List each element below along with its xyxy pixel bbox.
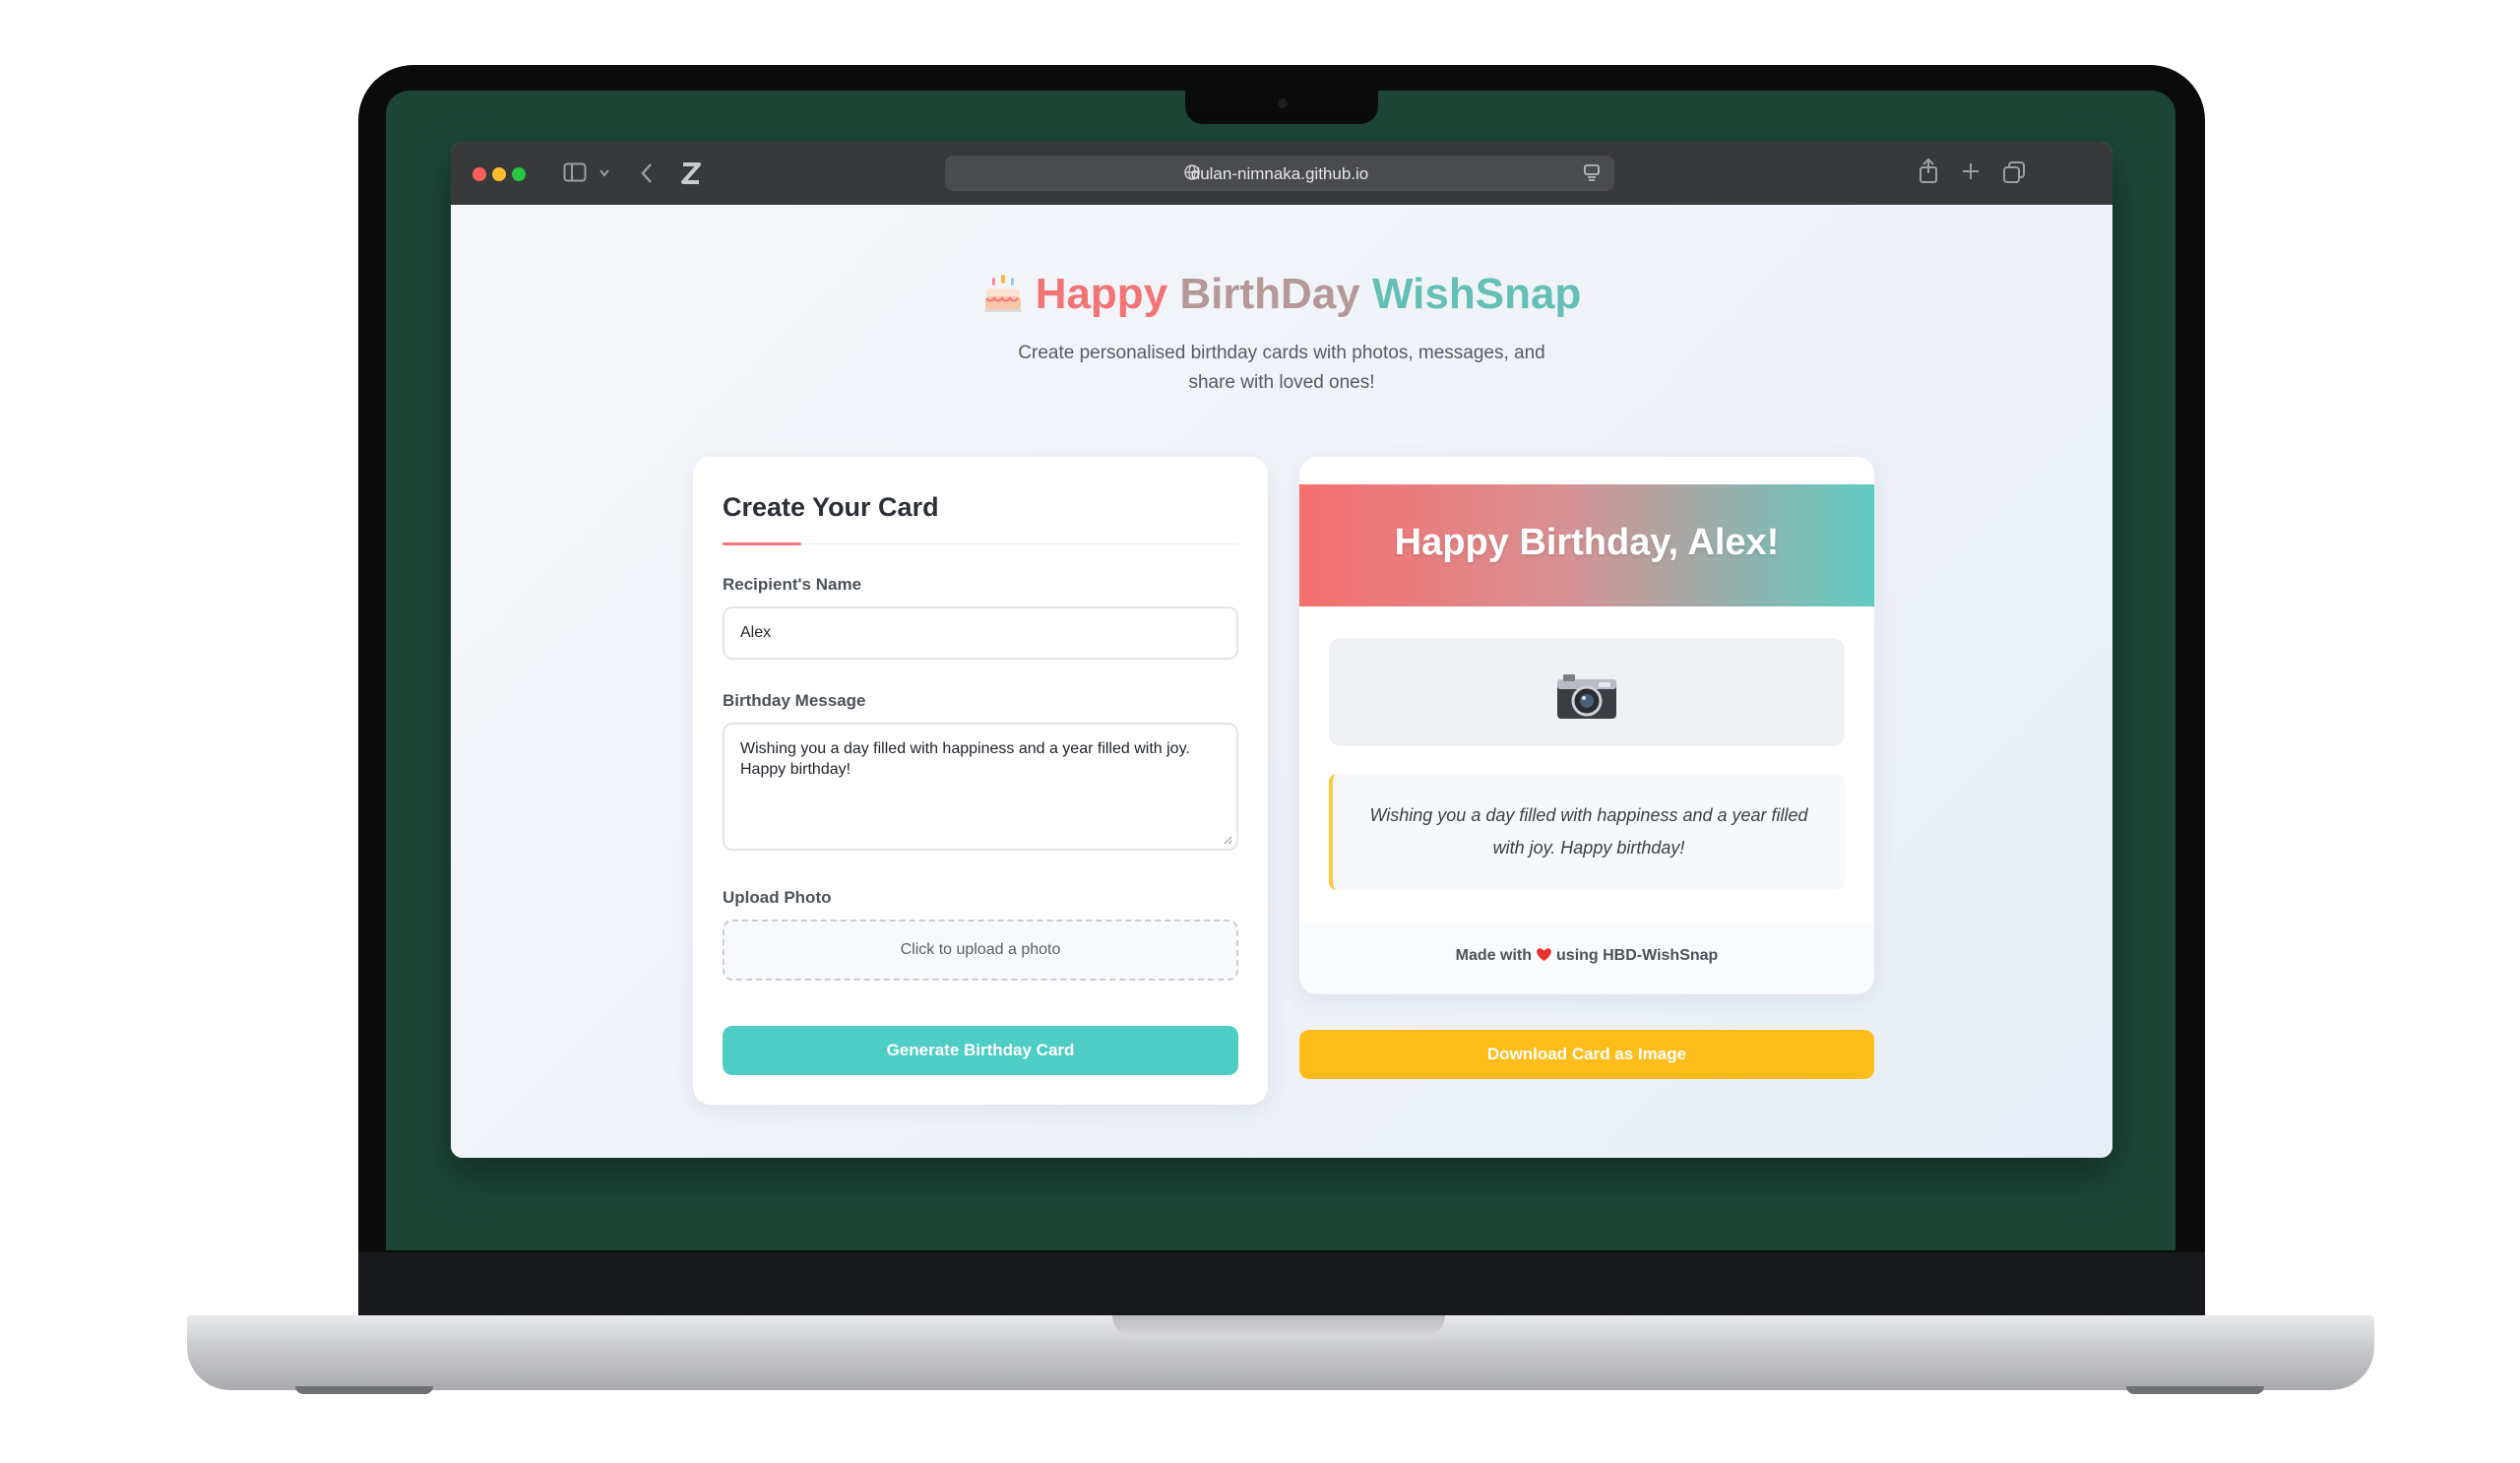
card-preview: Happy Birthday, Alex! Wishing you a day … (1299, 457, 1874, 994)
browser-window: dulan-nimnaka.github.io Happy BirthDay W… (451, 142, 2112, 1158)
title-word-happy: Happy (1035, 270, 1168, 318)
birthday-cake-icon (983, 275, 1022, 312)
zoom-window-button[interactable] (512, 167, 526, 181)
birthday-message-text: Wishing you a day filled with happiness … (740, 740, 1190, 778)
create-card-form: Create Your Card Recipient's Name Birthd… (693, 457, 1268, 1105)
site-subtitle: Create personalised birthday cards with … (1018, 343, 1545, 393)
laptop-foot (2126, 1386, 2264, 1394)
card-heading: Happy Birthday, Alex! (1394, 522, 1780, 563)
card-message-box: Wishing you a day filled with happiness … (1329, 774, 1845, 890)
title-word-wishsnap: WishSnap (1372, 270, 1582, 318)
recipient-name-label: Recipient's Name (723, 575, 862, 594)
back-arrow-icon[interactable] (640, 161, 654, 185)
birthday-message-label: Birthday Message (723, 691, 866, 710)
webcam-icon (1278, 98, 1288, 108)
reader-mode-icon[interactable] (1583, 163, 1601, 183)
url-text: dulan-nimnaka.github.io (1190, 164, 1369, 183)
tab-overview-icon[interactable] (2002, 160, 2026, 184)
form-title-underline (723, 542, 801, 545)
laptop-opening-notch (1112, 1315, 1445, 1337)
download-card-button[interactable]: Download Card as Image (1299, 1030, 1874, 1079)
form-title: Create Your Card (723, 492, 939, 522)
camera-icon (1557, 674, 1616, 719)
generate-card-button[interactable]: Generate Birthday Card (723, 1026, 1238, 1075)
card-header-banner: Happy Birthday, Alex! (1299, 484, 1874, 606)
close-window-button[interactable] (472, 167, 486, 181)
footer-prefix: Made with (1455, 947, 1533, 964)
birthday-message-textarea[interactable]: Wishing you a day filled with happiness … (723, 723, 1238, 851)
card-footer-text: Made with using HBD-WishSnap (1299, 947, 1874, 965)
new-tab-plus-icon[interactable] (1961, 161, 1981, 181)
title-word-birthday: BirthDay (1179, 270, 1360, 318)
footer-suffix: using HBD-WishSnap (1556, 947, 1719, 964)
resize-handle-icon[interactable] (1223, 835, 1232, 845)
card-footer: Made with using HBD-WishSnap (1299, 922, 1874, 994)
address-bar[interactable]: dulan-nimnaka.github.io (945, 156, 1614, 191)
extension-z-icon[interactable] (679, 159, 703, 187)
chevron-down-icon[interactable] (598, 168, 610, 178)
heart-icon (1537, 948, 1551, 961)
minimize-window-button[interactable] (492, 167, 506, 181)
card-photo-placeholder (1329, 638, 1845, 746)
upload-photo-dropzone[interactable]: Click to upload a photo (723, 920, 1238, 981)
sidebar-toggle-icon[interactable] (563, 162, 587, 182)
recipient-name-input[interactable] (723, 606, 1238, 660)
screen-bottom-bezel (358, 1252, 2205, 1317)
laptop-foot (295, 1386, 433, 1394)
share-icon[interactable] (1918, 158, 1939, 185)
browser-toolbar: dulan-nimnaka.github.io (451, 142, 2112, 205)
site-title: Happy BirthDay WishSnap (451, 270, 2112, 319)
web-page: Happy BirthDay WishSnap Create personali… (451, 205, 2112, 1158)
card-message-text: Wishing you a day filled with happiness … (1369, 805, 1808, 858)
upload-photo-label: Upload Photo (723, 888, 832, 907)
